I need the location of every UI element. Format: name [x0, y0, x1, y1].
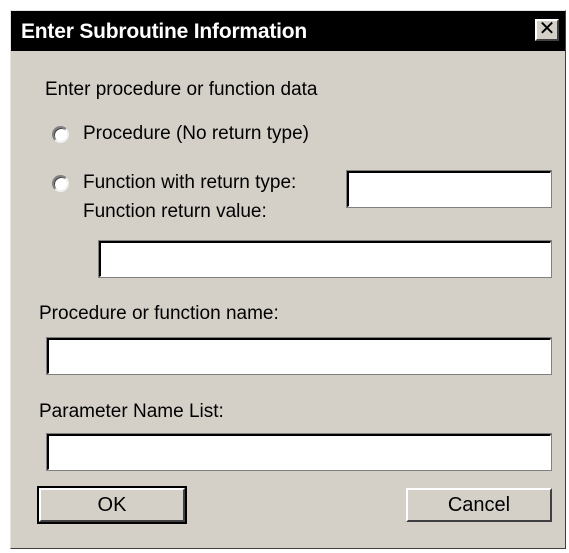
subroutine-name-input[interactable]	[46, 337, 552, 375]
close-button[interactable]: ✕	[535, 18, 559, 41]
function-radio[interactable]	[52, 175, 69, 192]
name-label: Procedure or function name:	[39, 303, 279, 324]
parameter-list-input[interactable]	[46, 433, 552, 471]
procedure-radio[interactable]	[52, 126, 69, 143]
dialog-title: Enter Subroutine Information	[21, 20, 308, 43]
close-icon: ✕	[538, 18, 556, 40]
return-type-input[interactable]	[346, 170, 552, 208]
function-radio-label[interactable]: Function with return type:	[83, 172, 296, 194]
subroutine-dialog: Enter Subroutine Information ✕ Enter pro…	[10, 10, 566, 549]
title-bar: Enter Subroutine Information ✕	[11, 11, 565, 51]
form-heading: Enter procedure or function data	[45, 79, 318, 100]
cancel-button[interactable]: Cancel	[406, 488, 552, 522]
procedure-radio-label[interactable]: Procedure (No return type)	[83, 123, 309, 145]
function-return-value-label: Function return value:	[83, 201, 267, 222]
ok-button[interactable]: OK	[37, 486, 187, 524]
params-label: Parameter Name List:	[39, 401, 224, 422]
function-return-value-input[interactable]	[98, 240, 552, 278]
